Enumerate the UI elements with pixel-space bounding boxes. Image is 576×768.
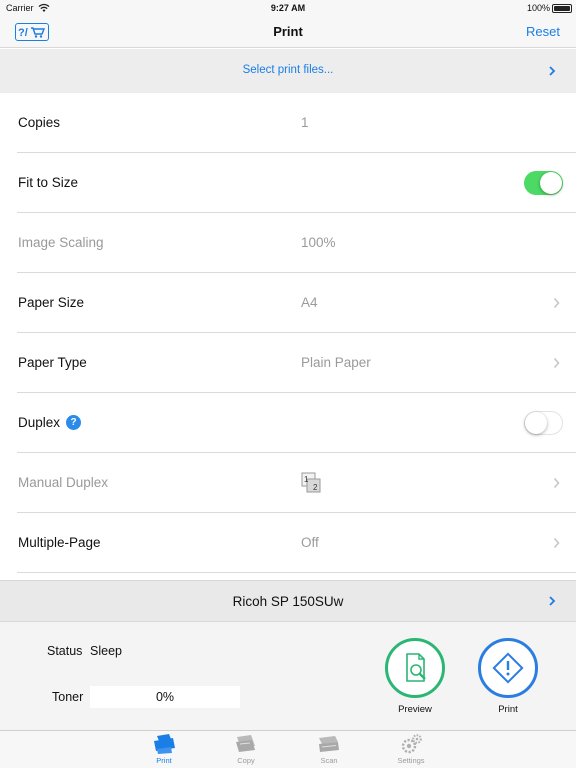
fit-to-size-row: Fit to Size (0, 153, 576, 213)
multiple-page-row[interactable]: Multiple-Page Off (0, 513, 576, 573)
paper-type-label: Paper Type (18, 355, 87, 370)
printer-icon (154, 734, 175, 754)
scanner-icon (319, 736, 339, 752)
clock: 9:27 AM (270, 3, 306, 13)
chevron-right-icon (553, 478, 560, 488)
duplex-toggle[interactable] (524, 411, 563, 435)
copies-value[interactable]: 1 (301, 115, 309, 130)
manual-duplex-row[interactable]: Manual Duplex 1 2 (0, 453, 576, 513)
chevron-right-icon (553, 358, 560, 368)
chevron-right-icon (549, 596, 556, 606)
multiple-page-label: Multiple-Page (18, 535, 101, 550)
copies-row[interactable]: Copies 1 (0, 93, 576, 153)
paper-type-value: Plain Paper (301, 355, 371, 370)
tab-settings[interactable]: Settings (381, 733, 441, 765)
print-start-icon (492, 652, 524, 684)
tab-copy[interactable]: Copy (216, 733, 276, 765)
paper-type-row[interactable]: Paper Type Plain Paper (0, 333, 576, 393)
printer-selector[interactable]: Ricoh SP 150SUw (0, 580, 576, 622)
chevron-right-icon (553, 538, 560, 548)
fit-to-size-toggle[interactable] (524, 171, 563, 195)
status-bar: Carrier 9:27 AM 100% (0, 0, 576, 16)
select-print-files-row[interactable]: Select print files... (0, 49, 576, 93)
manual-duplex-icon: 1 2 (301, 472, 321, 493)
page-title: Print (273, 24, 303, 39)
paper-size-value: A4 (301, 295, 318, 310)
list-spacer (0, 573, 576, 580)
manual-duplex-digit-2: 2 (313, 483, 318, 492)
tab-scan[interactable]: Scan (299, 733, 359, 765)
battery-icon (552, 4, 572, 13)
duplex-row: Duplex ? (0, 393, 576, 453)
image-scaling-value: 100% (301, 235, 336, 250)
tab-scan-label: Scan (320, 756, 338, 765)
printer-name: Ricoh SP 150SUw (232, 594, 344, 609)
tab-bar: Print Copy Scan Settings (0, 730, 576, 768)
tab-print[interactable]: Print (134, 733, 194, 765)
toner-label: Toner (52, 690, 84, 704)
select-print-files-label: Select print files... (242, 64, 334, 76)
fit-to-size-label: Fit to Size (18, 175, 79, 190)
preview-icon (406, 653, 426, 682)
toner-percent: 0% (155, 690, 175, 704)
tab-settings-label: Settings (397, 756, 425, 765)
image-scaling-row: Image Scaling 100% (0, 213, 576, 273)
status-value: Sleep (90, 644, 122, 658)
battery-percent: 100% (526, 3, 550, 13)
toner-level-bar: 0% (90, 686, 240, 708)
multiple-page-value: Off (301, 535, 319, 550)
duplex-label: Duplex (18, 415, 61, 430)
manual-duplex-digit-1: 1 (304, 475, 309, 484)
image-scaling-label: Image Scaling (18, 235, 104, 250)
duplex-help-icon[interactable]: ? (66, 415, 81, 430)
print-caption: Print (498, 704, 518, 715)
gears-icon (401, 734, 422, 754)
device-panel: Status Sleep Toner 0% Preview Print (0, 622, 576, 730)
paper-size-row[interactable]: Paper Size A4 (0, 273, 576, 333)
preview-button[interactable] (385, 638, 445, 698)
paper-size-label: Paper Size (18, 295, 85, 310)
chevron-right-icon (549, 66, 556, 76)
status-label: Status (47, 644, 83, 658)
reset-button[interactable]: Reset (526, 24, 560, 39)
manual-duplex-label: Manual Duplex (18, 475, 109, 490)
chevron-right-icon (553, 298, 560, 308)
copy-icon (236, 735, 255, 752)
copies-label: Copies (18, 115, 61, 130)
navigation-bar: ?/ Print Reset (0, 16, 576, 48)
tab-copy-label: Copy (237, 756, 255, 765)
tab-print-label: Print (156, 756, 172, 765)
preview-caption: Preview (398, 704, 432, 715)
print-button[interactable] (478, 638, 538, 698)
